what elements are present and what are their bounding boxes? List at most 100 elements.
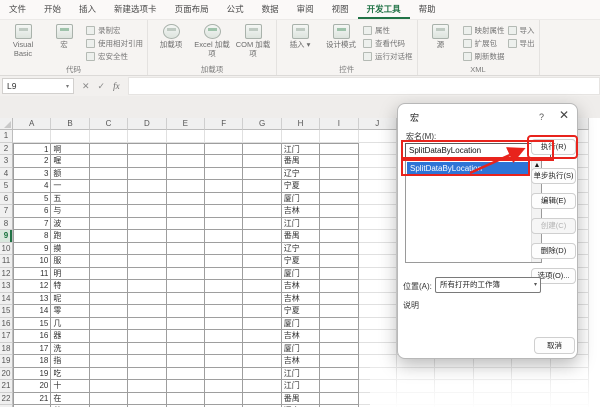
cell-F3[interactable] [205,155,243,168]
cell-F8[interactable] [205,218,243,231]
cell-C10[interactable] [90,243,128,256]
cell-D9[interactable] [128,230,166,243]
row-header-9[interactable]: 9 [0,230,13,243]
cell-G16[interactable] [243,318,281,331]
cell-B2[interactable]: 啊 [51,143,89,156]
cell-D18[interactable] [128,343,166,356]
cell-J12[interactable] [359,268,397,281]
ribbon-tab-0[interactable]: 文件 [0,0,35,19]
cell-F6[interactable] [205,193,243,206]
cell-I18[interactable] [320,343,358,356]
refresh-data-button[interactable]: 刷新数据 [463,51,505,62]
properties-button[interactable]: 属性 [363,25,413,36]
xml-source-button[interactable]: 源 [422,21,460,50]
column-header-B[interactable]: B [51,118,89,130]
cell-D17[interactable] [128,330,166,343]
cell-B3[interactable]: 喔 [51,155,89,168]
com-addins-button[interactable]: COM 加载项 [234,21,272,58]
cell-G17[interactable] [243,330,281,343]
cell-J21[interactable] [359,380,397,393]
cell-F15[interactable] [205,305,243,318]
cell-A16[interactable]: 15 [13,318,51,331]
cell-D11[interactable] [128,255,166,268]
cell-B22[interactable]: 在 [51,393,89,406]
cell-E14[interactable] [167,293,205,306]
cell-C8[interactable] [90,218,128,231]
ribbon-tab-9[interactable]: 开发工具 [358,0,410,19]
cell-G2[interactable] [243,143,281,156]
cell-C9[interactable] [90,230,128,243]
cell-E15[interactable] [167,305,205,318]
cell-J13[interactable] [359,280,397,293]
ribbon-tab-1[interactable]: 开始 [35,0,70,19]
cell-B8[interactable]: 波 [51,218,89,231]
cell-O22[interactable] [551,393,589,406]
cell-J17[interactable] [359,330,397,343]
cell-D5[interactable] [128,180,166,193]
cell-A9[interactable]: 8 [13,230,51,243]
row-header-12[interactable]: 12 [0,268,13,281]
row-header-16[interactable]: 16 [0,318,13,331]
cell-B1[interactable] [51,130,89,143]
cell-G4[interactable] [243,168,281,181]
cell-G8[interactable] [243,218,281,231]
row-header-20[interactable]: 20 [0,368,13,381]
cell-H9[interactable]: 番禺 [282,230,320,243]
cell-N21[interactable] [512,380,550,393]
cell-H7[interactable]: 吉林 [282,205,320,218]
macro-list[interactable]: SplitDataByLocation ▲ ▼ [405,160,542,263]
excel-addins-button[interactable]: Excel 加载项 [193,21,231,58]
row-header-3[interactable]: 3 [0,155,13,168]
cell-I9[interactable] [320,230,358,243]
cell-I5[interactable] [320,180,358,193]
expansion-packs-button[interactable]: 扩展包 [463,38,505,49]
cell-D14[interactable] [128,293,166,306]
cell-A21[interactable]: 20 [13,380,51,393]
column-header-J[interactable]: J [359,118,397,130]
cell-G15[interactable] [243,305,281,318]
cell-I14[interactable] [320,293,358,306]
ribbon-tab-5[interactable]: 公式 [218,0,253,19]
design-mode-button[interactable]: 设计模式 [322,21,360,50]
ribbon-tab-10[interactable]: 帮助 [410,0,445,19]
cell-F14[interactable] [205,293,243,306]
cell-D16[interactable] [128,318,166,331]
cell-C14[interactable] [90,293,128,306]
cell-H4[interactable]: 辽宁 [282,168,320,181]
cell-J16[interactable] [359,318,397,331]
cell-G12[interactable] [243,268,281,281]
cell-H14[interactable]: 吉林 [282,293,320,306]
view-code-button[interactable]: 查看代码 [363,38,413,49]
cell-C11[interactable] [90,255,128,268]
cell-B13[interactable]: 特 [51,280,89,293]
cell-A1[interactable] [13,130,51,143]
cell-D19[interactable] [128,355,166,368]
cell-F20[interactable] [205,368,243,381]
export-button[interactable]: 导出 [508,38,535,49]
row-header-17[interactable]: 17 [0,330,13,343]
cell-J14[interactable] [359,293,397,306]
cell-J5[interactable] [359,180,397,193]
cell-H13[interactable]: 吉林 [282,280,320,293]
column-header-C[interactable]: C [90,118,128,130]
select-all-corner[interactable] [0,118,13,130]
row-header-6[interactable]: 6 [0,193,13,206]
cell-C20[interactable] [90,368,128,381]
cell-B18[interactable]: 洗 [51,343,89,356]
cell-D13[interactable] [128,280,166,293]
cell-C13[interactable] [90,280,128,293]
cell-G19[interactable] [243,355,281,368]
cell-I19[interactable] [320,355,358,368]
dialog-button-2[interactable]: 编辑(E) [531,193,576,209]
formula-input[interactable] [128,77,600,95]
cell-C17[interactable] [90,330,128,343]
cell-C21[interactable] [90,380,128,393]
cell-D22[interactable] [128,393,166,406]
cell-G21[interactable] [243,380,281,393]
cell-I10[interactable] [320,243,358,256]
cell-F19[interactable] [205,355,243,368]
cell-G5[interactable] [243,180,281,193]
cell-M22[interactable] [474,393,512,406]
cell-E3[interactable] [167,155,205,168]
cell-E6[interactable] [167,193,205,206]
